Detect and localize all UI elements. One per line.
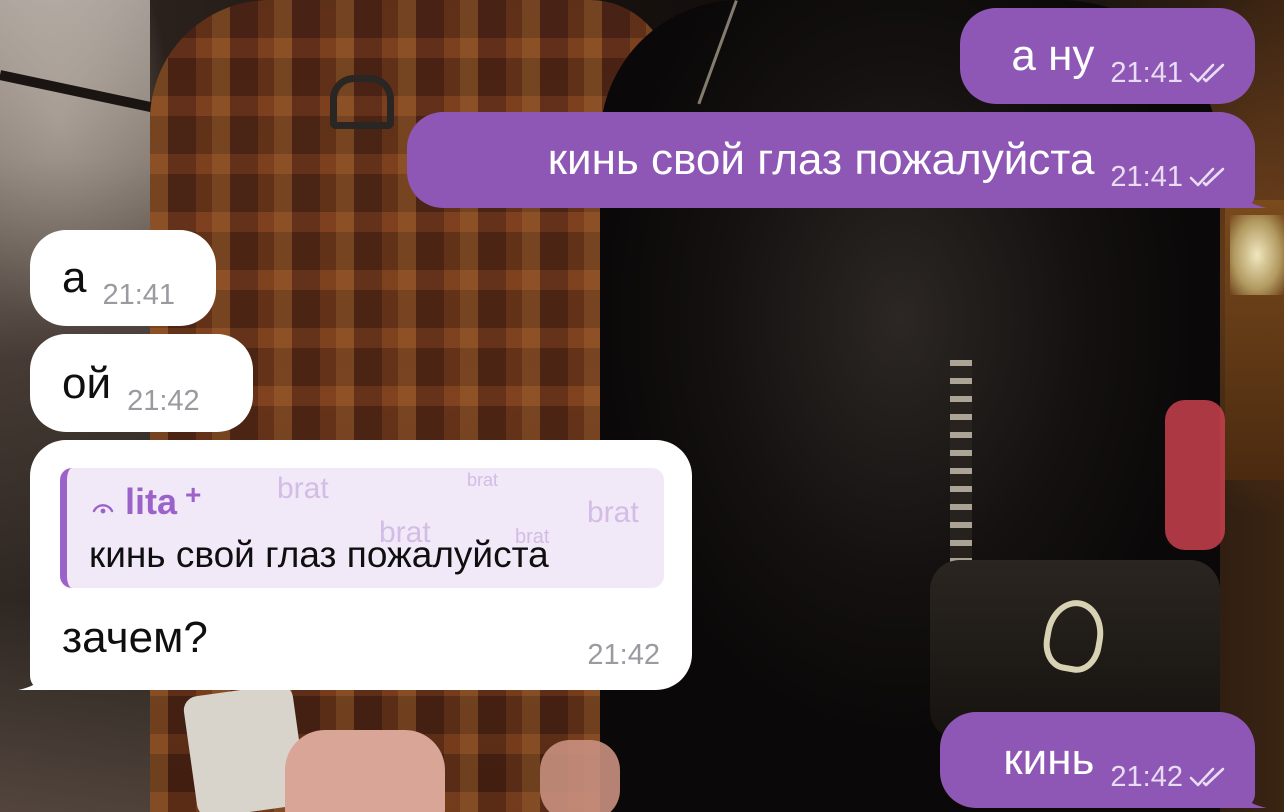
message-meta: 21:41 — [1110, 56, 1229, 90]
double-check-icon — [1189, 167, 1225, 187]
message-text: зачем? — [62, 613, 208, 662]
message-bubble-outgoing[interactable]: кинь свой глаз пожалуйста 21:41 — [407, 112, 1267, 208]
message-bubble-incoming[interactable]: а 21:41 — [30, 230, 216, 326]
message-meta: 21:42 — [1110, 760, 1229, 794]
message-time: 21:42 — [127, 385, 200, 417]
signal-arc-icon — [92, 504, 114, 514]
message-time: 21:41 — [102, 279, 176, 311]
reply-text: кинь свой глаз пожалуйста — [89, 534, 549, 575]
bubble-tail — [1237, 778, 1267, 808]
message-time: 21:42 — [1110, 761, 1183, 793]
message-text: кинь свой глаз пожалуйста — [547, 135, 1095, 184]
premium-badge-icon: + — [185, 479, 202, 510]
bubble-tail — [18, 660, 48, 690]
message-bubble-incoming[interactable]: ой 21:42 — [30, 334, 253, 432]
bubble-tail — [1237, 178, 1267, 208]
message-text: ой — [62, 359, 112, 408]
reply-watermark: brat — [587, 496, 639, 529]
message-text: кинь — [1003, 735, 1095, 784]
message-text: а ну — [1011, 31, 1095, 80]
reply-quote[interactable]: brat brat brat brat brat lita + кинь сво… — [60, 468, 664, 588]
reply-author: lita + — [91, 479, 201, 522]
double-check-icon — [1189, 767, 1225, 787]
message-bubble-outgoing[interactable]: кинь 21:42 — [940, 712, 1267, 808]
message-meta: 21:41 — [102, 278, 175, 312]
message-meta: 21:41 — [1110, 160, 1229, 194]
reply-watermark: brat — [277, 472, 329, 505]
message-bubble-outgoing[interactable]: а ну 21:41 — [960, 8, 1255, 104]
message-text: а — [62, 253, 87, 302]
message-meta: 21:42 — [127, 384, 200, 418]
message-bubble-incoming-reply[interactable]: brat brat brat brat brat lita + кинь сво… — [18, 440, 692, 690]
reply-author-name: lita — [125, 481, 178, 522]
reply-watermark: brat — [467, 470, 499, 490]
message-time: 21:41 — [1110, 57, 1183, 89]
message-time: 21:41 — [1110, 161, 1183, 193]
double-check-icon — [1189, 63, 1225, 83]
chat-message-list: а ну 21:41 кинь свой глаз пожалуйста 21:… — [0, 0, 1284, 812]
message-time: 21:42 — [587, 639, 660, 671]
